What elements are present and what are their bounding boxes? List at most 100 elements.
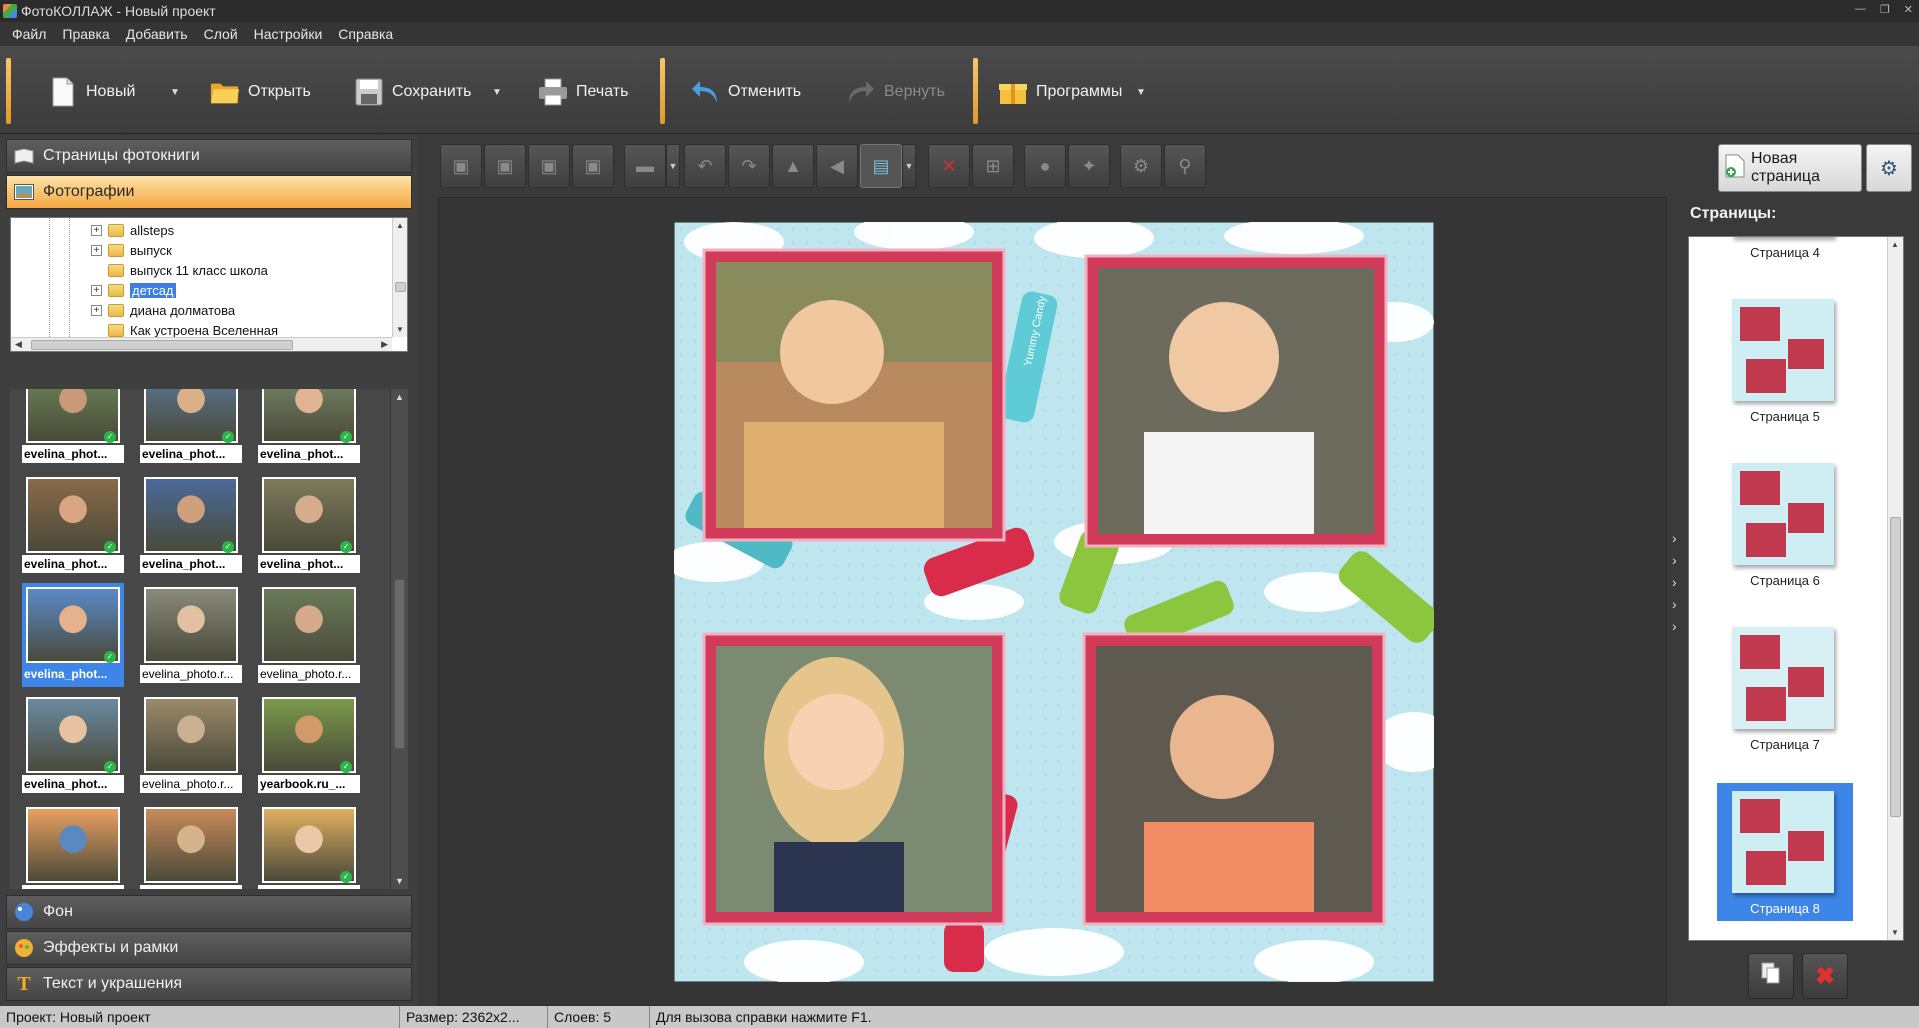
photo-thumbnail[interactable]: ✓ evelina_phot...: [258, 473, 360, 577]
scroll-up-icon[interactable]: ▲: [1891, 240, 1899, 249]
send-to-back-icon[interactable]: ▣: [572, 144, 614, 188]
align-icon[interactable]: ▬: [624, 144, 666, 188]
menu-settings[interactable]: Настройки: [246, 26, 331, 42]
menu-file[interactable]: Файл: [4, 26, 54, 42]
accordion-photos[interactable]: Фотографии: [6, 175, 412, 209]
bring-to-front-icon[interactable]: ▣: [440, 144, 482, 188]
maximize-icon[interactable]: ❐: [1880, 3, 1890, 16]
programs-dropdown-icon[interactable]: ▼: [1136, 87, 1146, 98]
scroll-thumb[interactable]: [31, 340, 293, 350]
tree-folder-item[interactable]: + диана долматова: [91, 300, 235, 320]
scroll-thumb[interactable]: [395, 282, 406, 292]
photo-thumbnail-grid[interactable]: ✓ evelina_phot... ✓ evelina_phot... ✓ evelina…: [10, 389, 408, 889]
layout-dropdown-icon[interactable]: ▼: [902, 144, 916, 188]
new-button[interactable]: Новый: [48, 66, 135, 118]
page-thumbnail-item[interactable]: Страница 4: [1717, 237, 1853, 265]
photo-thumbnail[interactable]: evelina_photo.r...: [140, 583, 242, 687]
lock-icon[interactable]: ⚲: [1164, 144, 1206, 188]
flip-vertical-icon[interactable]: ◀: [816, 144, 858, 188]
menu-layer[interactable]: Слой: [196, 26, 246, 42]
page-settings-button[interactable]: ⚙: [1866, 144, 1912, 192]
save-button[interactable]: Сохранить: [354, 66, 472, 118]
save-dropdown-icon[interactable]: ▼: [492, 87, 502, 98]
scroll-thumb[interactable]: [394, 579, 405, 749]
collage-page[interactable]: Yummy Candy: [664, 214, 1454, 984]
scroll-down-icon[interactable]: ▼: [395, 876, 404, 886]
photo-thumbnail[interactable]: evelina_photo.r...: [140, 693, 242, 797]
expand-plus-icon[interactable]: +: [91, 304, 102, 316]
accordion-book-pages[interactable]: Страницы фотокниги: [6, 139, 412, 173]
chevron-right-icon[interactable]: ›: [1672, 552, 1686, 568]
crop-icon[interactable]: ⊞: [972, 144, 1014, 188]
effects-icon[interactable]: ●: [1024, 144, 1066, 188]
accordion-effects[interactable]: Эффекты и рамки: [6, 931, 412, 965]
photo-thumbnail[interactable]: ✓ evelina_phot...: [140, 389, 242, 467]
programs-button[interactable]: Программы: [998, 66, 1122, 118]
new-page-button[interactable]: Новая страница: [1718, 144, 1862, 192]
tree-folder-item[interactable]: + детсад: [91, 280, 176, 300]
new-dropdown-icon[interactable]: ▼: [170, 87, 180, 98]
chevron-right-icon[interactable]: ›: [1672, 530, 1686, 546]
accordion-text[interactable]: T Текст и украшения: [6, 967, 412, 1001]
expand-plus-icon[interactable]: +: [91, 244, 102, 256]
photo-thumbnail[interactable]: yearbook.ru_B...: [22, 803, 124, 889]
expand-plus-icon[interactable]: +: [91, 284, 102, 296]
tree-vertical-scrollbar[interactable]: ▲ ▼: [392, 218, 407, 337]
scroll-left-icon[interactable]: ◀: [15, 339, 22, 350]
duplicate-page-button[interactable]: [1748, 953, 1794, 999]
undo-button[interactable]: Отменить: [690, 66, 801, 118]
chevron-right-icon[interactable]: ›: [1672, 596, 1686, 612]
accordion-background[interactable]: Фон: [6, 895, 412, 929]
scroll-thumb[interactable]: [1890, 517, 1901, 817]
magic-wand-icon[interactable]: ✦: [1068, 144, 1110, 188]
photo-thumbnail[interactable]: evelina_photo.r...: [258, 583, 360, 687]
scroll-down-icon[interactable]: ▼: [1891, 928, 1899, 937]
photo-thumbnail[interactable]: ✓ evelina_phot...: [22, 693, 124, 797]
photo-thumbnail[interactable]: ✓ evelina_phot...: [258, 389, 360, 467]
folder-tree[interactable]: + allsteps + выпуск выпуск 11 класс школа + де…: [10, 217, 408, 352]
scroll-up-icon[interactable]: ▲: [396, 221, 404, 230]
pages-list[interactable]: Страница 4 Страница 5 Страница 6 Страница 7…: [1688, 236, 1904, 941]
send-backward-icon[interactable]: ▣: [528, 144, 570, 188]
rotate-right-icon[interactable]: ↷: [728, 144, 770, 188]
close-icon[interactable]: ✕: [1904, 3, 1913, 16]
photo-thumbnail[interactable]: yearbook.ru_B...: [140, 803, 242, 889]
layout-fit-icon[interactable]: ▤: [860, 144, 902, 188]
photo-thumbnail[interactable]: ✓ evelina_phot...: [22, 473, 124, 577]
open-button[interactable]: Открыть: [210, 66, 311, 118]
minimize-icon[interactable]: —: [1855, 3, 1866, 16]
tree-horizontal-scrollbar[interactable]: ◀ ▶: [11, 337, 392, 351]
photo-thumbnail[interactable]: ✓ evelina_phot...: [140, 473, 242, 577]
pages-scrollbar[interactable]: ▲ ▼: [1887, 237, 1903, 940]
menu-add[interactable]: Добавить: [118, 26, 196, 42]
chevron-right-icon[interactable]: ›: [1672, 618, 1686, 634]
redo-button[interactable]: Вернуть: [846, 66, 945, 118]
delete-page-button[interactable]: ✖: [1802, 953, 1848, 999]
photos-scrollbar[interactable]: ▲ ▼: [390, 389, 408, 889]
photo-thumbnail[interactable]: ✓ yearbook.ru_...: [258, 803, 360, 889]
bring-forward-icon[interactable]: ▣: [484, 144, 526, 188]
print-button[interactable]: Печать: [538, 66, 628, 118]
scroll-up-icon[interactable]: ▲: [395, 392, 404, 402]
expand-plus-icon[interactable]: +: [91, 224, 102, 236]
photo-thumbnail[interactable]: ✓ evelina_phot...: [22, 389, 124, 467]
tree-folder-item[interactable]: выпуск 11 класс школа: [91, 260, 268, 280]
scroll-down-icon[interactable]: ▼: [396, 325, 404, 334]
page-thumbnail-item[interactable]: Страница 8: [1717, 783, 1853, 921]
flip-horizontal-icon[interactable]: ▲: [772, 144, 814, 188]
page-thumbnail-item[interactable]: Страница 5: [1717, 291, 1853, 429]
photo-thumbnail[interactable]: ✓ yearbook.ru_...: [258, 693, 360, 797]
photo-thumbnail[interactable]: ✓ evelina_phot...: [22, 583, 124, 687]
align-dropdown-icon[interactable]: ▼: [666, 144, 680, 188]
menu-edit[interactable]: Правка: [54, 26, 117, 42]
page-thumbnail-item[interactable]: Страница 7: [1717, 619, 1853, 757]
tree-folder-item[interactable]: + выпуск: [91, 240, 172, 260]
tree-folder-item[interactable]: + allsteps: [91, 220, 174, 240]
chevron-right-icon[interactable]: ›: [1672, 574, 1686, 590]
page-thumbnail-item[interactable]: Страница 6: [1717, 455, 1853, 593]
scroll-right-icon[interactable]: ▶: [381, 339, 388, 350]
menu-help[interactable]: Справка: [330, 26, 401, 42]
panel-collapse-arrows[interactable]: › › › › ›: [1672, 530, 1686, 634]
delete-icon[interactable]: ✕: [928, 144, 970, 188]
rotate-left-icon[interactable]: ↶: [684, 144, 726, 188]
